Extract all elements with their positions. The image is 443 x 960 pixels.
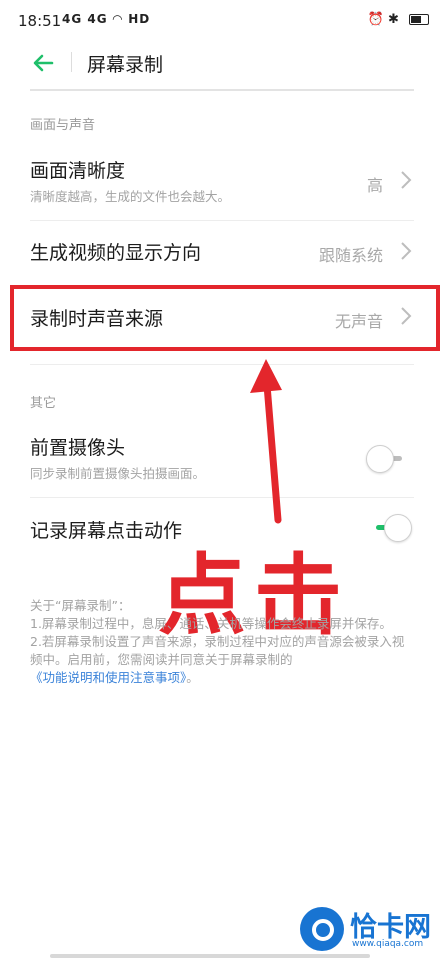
header-line [30, 89, 414, 91]
info-link-line: 《功能说明和使用注意事项》。 [30, 669, 415, 687]
front-camera-title: 前置摄像头 [30, 437, 126, 459]
orientation-title: 生成视频的显示方向 [30, 242, 202, 264]
record-taps-toggle[interactable] [366, 513, 412, 543]
gesture-bar [50, 954, 370, 958]
page-title: 屏幕录制 [87, 54, 164, 76]
status-right: ⏰ ✱ [368, 12, 429, 27]
front-camera-subtitle: 同步录制前置摄像头拍摄画面。 [30, 466, 206, 481]
highlight-box [10, 285, 440, 351]
row-divider [30, 497, 414, 498]
toggle-knob [366, 445, 394, 473]
chevron-right-icon [401, 171, 412, 189]
status-time: 18:51 [18, 12, 62, 30]
watermark-url: www.qiaqa.com [352, 939, 424, 949]
wifi-icon: ◠ [112, 12, 123, 26]
info-line-1: 关于“屏幕录制”： [30, 598, 131, 613]
status-bar: 18:51 4G 4G ◠ HD ⏰ ✱ [0, 0, 443, 44]
alarm-bluetooth-icons: ⏰ ✱ [367, 12, 399, 27]
info-line-3-text: 2.若屏幕录制设置了声音来源，录制过程中对应的声音源会被录入视频中。启用前，您需… [30, 634, 405, 667]
info-line-3: 2.若屏幕录制设置了声音来源，录制过程中对应的声音源会被录入视频中。启用前，您需… [30, 633, 415, 669]
section-label-other: 其它 [30, 396, 57, 411]
watermark: 恰卡网 www.qiaqa.com [300, 905, 440, 955]
signal-icons: 4G 4G ◠ HD [62, 12, 150, 26]
clarity-value: 高 [366, 176, 383, 195]
info-line-2: 1.屏幕录制过程中，息屏、通话、关机等操作会终止录屏并保存。 [30, 616, 392, 631]
watermark-logo-icon [300, 907, 344, 951]
toggle-knob [384, 514, 412, 542]
signal-text: 4G 4G [62, 12, 108, 26]
section-label-picture-sound: 画面与声音 [30, 118, 96, 133]
orientation-value: 跟随系统 [318, 246, 383, 265]
clarity-title: 画面清晰度 [30, 160, 126, 182]
chevron-right-icon [401, 242, 412, 260]
network-type: HD [128, 12, 151, 26]
usage-notes-link[interactable]: 《功能说明和使用注意事项》 [30, 670, 186, 685]
back-button[interactable] [30, 50, 56, 76]
back-arrow-icon [33, 54, 54, 72]
row-divider [30, 364, 414, 365]
front-camera-toggle[interactable] [366, 444, 412, 474]
header-divider [71, 52, 72, 72]
battery-icon [409, 14, 429, 25]
info-block: 关于“屏幕录制”： 1.屏幕录制过程中，息屏、通话、关机等操作会终止录屏并保存。… [30, 597, 415, 687]
clarity-subtitle: 清晰度越高，生成的文件也会越大。 [30, 189, 231, 204]
annotation-arrow-icon [250, 359, 282, 524]
header: 屏幕录制 [0, 40, 443, 86]
row-divider [30, 220, 414, 221]
info-tail: 。 [186, 670, 199, 685]
